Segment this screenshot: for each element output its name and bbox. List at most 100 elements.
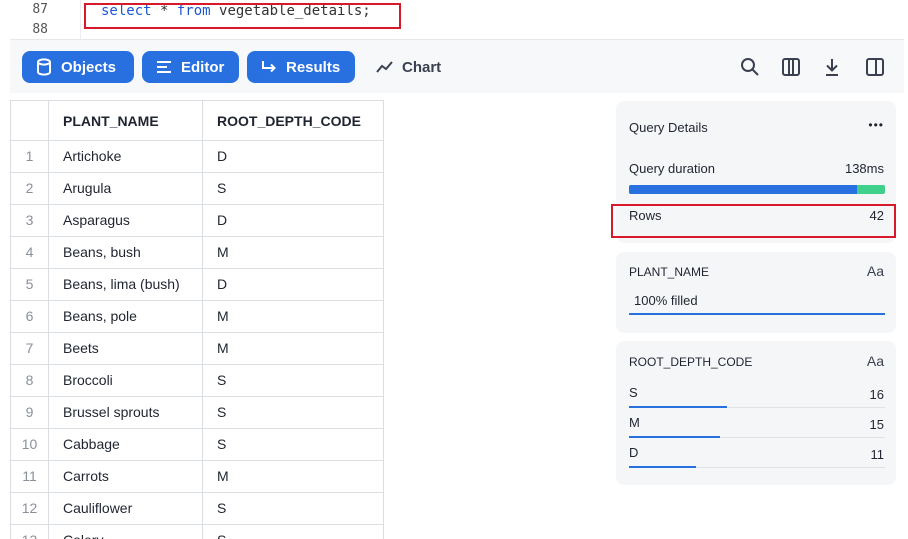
return-arrow-icon [262, 61, 276, 73]
cell-root-depth-code[interactable]: S [203, 493, 384, 524]
duration-bar-fill [629, 185, 857, 194]
table-row[interactable]: 11 Carrots M [11, 461, 384, 493]
cell-plant-name[interactable]: Beets [49, 333, 203, 364]
results-toolbar: Objects Editor Results Chart [10, 39, 904, 93]
cell-plant-name[interactable]: Cabbage [49, 429, 203, 460]
cell-root-depth-code[interactable]: S [203, 525, 384, 539]
row-index: 11 [11, 461, 49, 492]
table-row[interactable]: 8 Broccoli S [11, 365, 384, 397]
objects-label: Objects [61, 58, 117, 76]
distribution-count: 11 [870, 447, 885, 462]
cell-plant-name[interactable]: Asparagus [49, 205, 203, 236]
column-header-root-depth-code[interactable]: ROOT_DEPTH_CODE [203, 101, 384, 140]
chart-tab[interactable]: Chart [376, 51, 441, 83]
highlight-box-rows [611, 204, 896, 238]
filled-percentage: 100% filled [634, 293, 698, 308]
cell-root-depth-code[interactable]: D [203, 205, 384, 236]
more-options-icon[interactable]: ••• [868, 118, 884, 132]
cell-root-depth-code[interactable]: M [203, 461, 384, 492]
distribution-label: D [629, 445, 639, 460]
row-index: 1 [11, 141, 49, 172]
table-row[interactable]: 4 Beans, bush M [11, 237, 384, 269]
row-index: 2 [11, 173, 49, 204]
lines-icon [157, 61, 171, 73]
cell-root-depth-code[interactable]: S [203, 429, 384, 460]
sql-editor[interactable]: 87 88 select * from vegetable_details; [0, 0, 908, 40]
database-icon [37, 58, 51, 76]
results-button[interactable]: Results [247, 51, 355, 83]
cell-plant-name[interactable]: Brussel sprouts [49, 397, 203, 428]
text-type-icon: Aa [866, 263, 884, 279]
filled-bar [629, 313, 885, 315]
cell-plant-name[interactable]: Artichoke [49, 141, 203, 172]
distribution-bar [629, 436, 720, 438]
table-row[interactable]: 6 Beans, pole M [11, 301, 384, 333]
editor-button[interactable]: Editor [142, 51, 239, 83]
cell-root-depth-code[interactable]: S [203, 365, 384, 396]
plant-name-stats-panel[interactable]: PLANT_NAME Aa 100% filled [616, 252, 896, 333]
cell-plant-name[interactable]: Beans, pole [49, 301, 203, 332]
cell-plant-name[interactable]: Cauliflower [49, 493, 203, 524]
cell-plant-name[interactable]: Carrots [49, 461, 203, 492]
table-row[interactable]: 10 Cabbage S [11, 429, 384, 461]
row-index: 4 [11, 237, 49, 268]
trend-line-icon [376, 61, 393, 73]
side-panel-icon[interactable] [864, 56, 886, 78]
cell-root-depth-code[interactable]: S [203, 397, 384, 428]
cell-plant-name[interactable]: Celery [49, 525, 203, 539]
row-index: 7 [11, 333, 49, 364]
chart-label: Chart [402, 58, 442, 76]
plant-name-stats-title: PLANT_NAME [629, 265, 710, 279]
distribution-label: S [629, 385, 638, 400]
root-depth-stats-panel[interactable]: ROOT_DEPTH_CODE Aa S 16 M 15 D 11 [616, 341, 896, 485]
highlight-box-query [84, 3, 401, 29]
cell-root-depth-code[interactable]: D [203, 141, 384, 172]
column-header-plant-name[interactable]: PLANT_NAME [49, 101, 203, 140]
row-index: 8 [11, 365, 49, 396]
text-type-icon: Aa [866, 353, 884, 369]
row-index: 10 [11, 429, 49, 460]
line-number: 87 [32, 2, 48, 17]
table-row[interactable]: 1 Artichoke D [11, 141, 384, 173]
distribution-count: 16 [869, 387, 884, 402]
table-row[interactable]: 12 Cauliflower S [11, 493, 384, 525]
columns-icon[interactable] [780, 56, 802, 78]
row-index: 12 [11, 493, 49, 524]
row-index: 9 [11, 397, 49, 428]
table-row[interactable]: 3 Asparagus D [11, 205, 384, 237]
row-index: 13 [11, 525, 49, 539]
row-index: 5 [11, 269, 49, 300]
results-label: Results [286, 58, 341, 76]
cell-root-depth-code[interactable]: S [203, 173, 384, 204]
results-grid: PLANT_NAME ROOT_DEPTH_CODE 1 Artichoke D 2 A… [10, 100, 384, 539]
cell-root-depth-code[interactable]: M [203, 301, 384, 332]
query-duration-value: 138ms [844, 161, 884, 176]
editor-label: Editor [181, 58, 225, 76]
root-depth-stats-title: ROOT_DEPTH_CODE [629, 355, 753, 369]
gutter-separator [80, 0, 81, 40]
grid-header: PLANT_NAME ROOT_DEPTH_CODE [11, 101, 384, 141]
distribution-bar [629, 406, 727, 408]
cell-plant-name[interactable]: Broccoli [49, 365, 203, 396]
distribution-bar [629, 466, 696, 468]
cell-root-depth-code[interactable]: M [203, 333, 384, 364]
cell-plant-name[interactable]: Beans, bush [49, 237, 203, 268]
row-index: 6 [11, 301, 49, 332]
query-duration-label: Query duration [629, 161, 715, 176]
table-row[interactable]: 2 Arugula S [11, 173, 384, 205]
table-row[interactable]: 13CeleryS [11, 525, 384, 539]
cell-root-depth-code[interactable]: D [203, 269, 384, 300]
cell-root-depth-code[interactable]: M [203, 237, 384, 268]
row-index-header [11, 101, 49, 140]
table-row[interactable]: 9 Brussel sprouts S [11, 397, 384, 429]
table-row[interactable]: 5 Beans, lima (bush) D [11, 269, 384, 301]
line-number: 88 [32, 22, 48, 37]
distribution-count: 15 [869, 417, 884, 432]
cell-plant-name[interactable]: Arugula [49, 173, 203, 204]
download-icon[interactable] [821, 56, 843, 78]
objects-button[interactable]: Objects [22, 51, 134, 83]
table-row[interactable]: 7 Beets M [11, 333, 384, 365]
cell-plant-name[interactable]: Beans, lima (bush) [49, 269, 203, 300]
search-icon[interactable] [739, 56, 761, 78]
query-details-title: Query Details [629, 120, 708, 135]
